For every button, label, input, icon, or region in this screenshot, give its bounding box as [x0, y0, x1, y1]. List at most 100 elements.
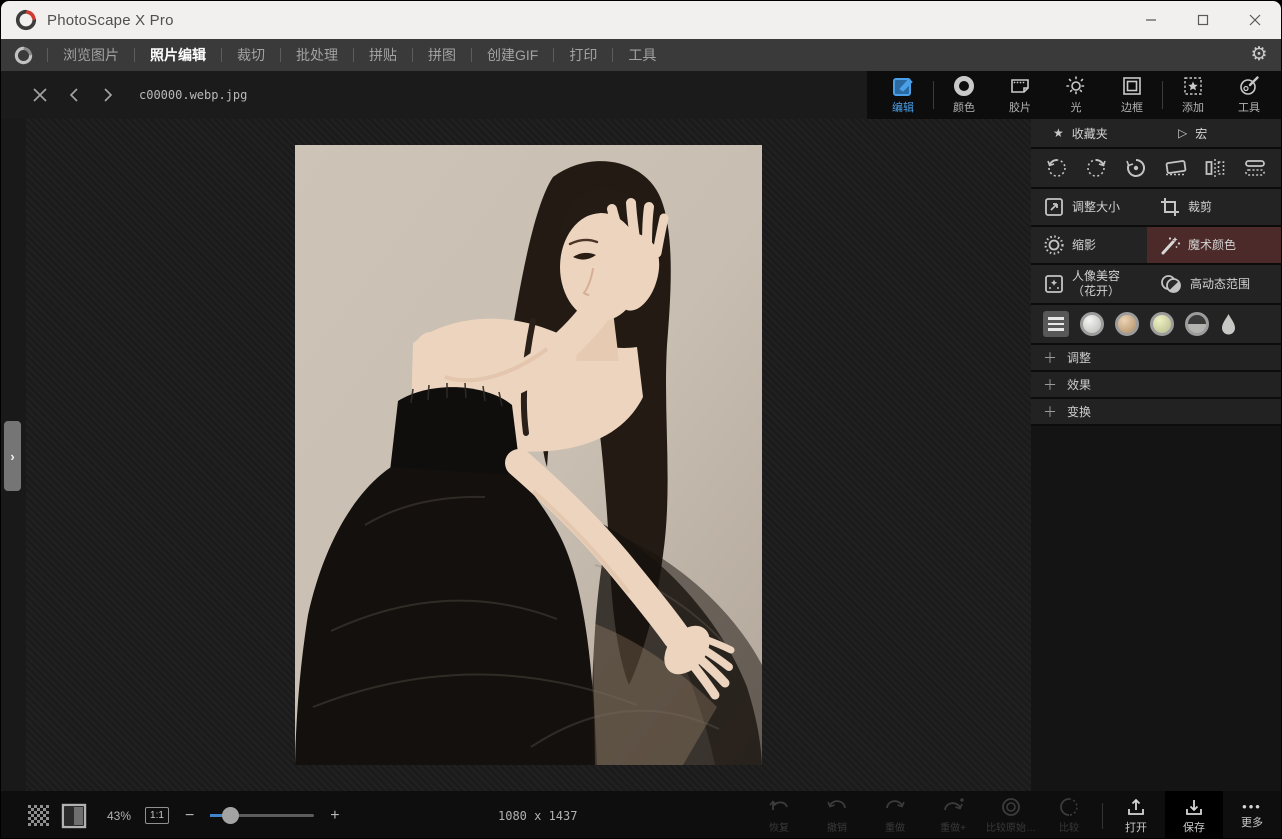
main-menu-bar: 浏览图片 照片编辑 裁切 批处理 拼贴 拼图 创建GIF 打印 工具 ⚙ [1, 39, 1281, 71]
crop-button[interactable]: 裁剪 [1147, 189, 1281, 225]
undo-button[interactable]: 撤销 [808, 791, 866, 839]
tab-create-gif[interactable]: 创建GIF [472, 39, 553, 71]
compare-original-icon [1000, 797, 1022, 817]
plus-icon: ＋ [1043, 375, 1055, 395]
open-button[interactable]: 打开 [1107, 791, 1165, 839]
save-icon [1184, 797, 1204, 817]
mode-tools-button[interactable]: 工具 [1221, 71, 1277, 119]
portrait-beauty-button[interactable]: 人像美容（花开） [1031, 265, 1147, 303]
settings-gear-icon[interactable]: ⚙ [1249, 45, 1269, 65]
zoom-slider[interactable] [210, 814, 314, 817]
flip-vertical-button[interactable] [1238, 152, 1272, 184]
section-effects[interactable]: ＋ 效果 [1031, 372, 1281, 399]
filter-list-button[interactable] [1043, 311, 1069, 337]
rotate-ccw-icon [1045, 156, 1069, 180]
rotate-left-button[interactable] [1040, 152, 1074, 184]
portrait-sparkle-icon [1043, 273, 1065, 295]
mode-insert-button[interactable]: 添加 [1165, 71, 1221, 119]
edit-panel: ★ 收藏夹 ▷ 宏 [1031, 119, 1281, 791]
zoom-out-button[interactable]: − [179, 807, 200, 825]
filter-swatch-warm[interactable] [1115, 312, 1139, 336]
magic-wand-icon [1159, 234, 1181, 256]
app-logo-icon [15, 9, 37, 31]
mode-frame-button[interactable]: 边框 [1104, 71, 1160, 119]
photoscape-window: PhotoScape X Pro 浏览图片 照片编辑 裁切 批处理 拼贴 [0, 0, 1282, 839]
maximize-button[interactable] [1177, 1, 1229, 39]
color-ring-icon [953, 75, 975, 97]
tab-print[interactable]: 打印 [554, 39, 612, 71]
section-adjust[interactable]: ＋ 调整 [1031, 345, 1281, 372]
film-icon [1009, 75, 1031, 97]
expand-left-panel-handle[interactable]: › [4, 421, 21, 491]
close-button[interactable] [1229, 1, 1281, 39]
minimize-button[interactable] [1125, 1, 1177, 39]
flip-horizontal-button[interactable] [1198, 152, 1232, 184]
prev-image-icon[interactable] [61, 82, 87, 108]
sun-icon [1065, 75, 1087, 97]
actual-size-button[interactable]: 1:1 [145, 807, 169, 824]
editor-canvas[interactable] [26, 119, 1031, 791]
palette-icon [1238, 75, 1260, 97]
left-strip: › [1, 119, 26, 791]
tab-combine[interactable]: 拼图 [413, 39, 471, 71]
redo-button[interactable]: 重做 [866, 791, 924, 839]
tab-viewer[interactable]: 浏览图片 [48, 39, 134, 71]
zoom-slider-thumb[interactable] [222, 807, 239, 824]
filter-swatch-green[interactable] [1150, 312, 1174, 336]
play-icon: ▷ [1178, 126, 1187, 140]
redo-icon [883, 797, 907, 817]
vignette-button[interactable]: 缩影 [1031, 227, 1147, 263]
mode-color-button[interactable]: 颜色 [936, 71, 992, 119]
resize-button[interactable]: 调整大小 [1031, 189, 1147, 225]
reset-button[interactable]: 恢复 [750, 791, 808, 839]
mode-film-button[interactable]: 胶片 [992, 71, 1048, 119]
edit-pencil-icon [892, 75, 914, 97]
hdr-circles-icon [1159, 273, 1183, 295]
next-image-icon[interactable] [95, 82, 121, 108]
compare-original-button[interactable]: 比较原始… [982, 791, 1040, 839]
rotate-right-button[interactable] [1079, 152, 1113, 184]
close-image-icon[interactable] [27, 82, 53, 108]
plus-icon: ＋ [1043, 402, 1055, 422]
hdr-button[interactable]: 高动态范围 [1147, 265, 1281, 303]
tab-cut[interactable]: 裁切 [222, 39, 280, 71]
free-rotate-button[interactable] [1119, 152, 1153, 184]
save-button[interactable]: 保存 [1165, 791, 1223, 839]
transparency-grid-icon[interactable] [27, 804, 51, 828]
tab-tools[interactable]: 工具 [613, 39, 671, 71]
crop-icon [1159, 196, 1181, 218]
rotate-cw-icon [1084, 156, 1108, 180]
main-area: › [1, 119, 1281, 791]
droplet-icon[interactable] [1220, 312, 1237, 336]
zoom-level: 43% [107, 809, 131, 823]
section-transform[interactable]: ＋ 变换 [1031, 399, 1281, 426]
plus-icon: ＋ [1043, 348, 1055, 368]
tab-batch[interactable]: 批处理 [281, 39, 353, 71]
home-swirl-icon[interactable] [14, 46, 33, 65]
zoom-in-button[interactable]: + [324, 807, 345, 825]
mode-light-button[interactable]: 光 [1048, 71, 1104, 119]
more-button[interactable]: ••• 更多 [1223, 791, 1281, 839]
free-rotate-icon [1124, 156, 1148, 180]
magic-color-button[interactable]: 魔术颜色 [1147, 227, 1281, 263]
tab-collage[interactable]: 拼贴 [354, 39, 412, 71]
undo-icon [825, 797, 849, 817]
background-toggle-icon[interactable] [61, 803, 87, 829]
filter-swatch-neutral[interactable] [1080, 312, 1104, 336]
redo-plus-button[interactable]: 重做+ [924, 791, 982, 839]
toolbar-separator [933, 81, 934, 109]
frame-icon [1121, 75, 1143, 97]
photo-image [295, 145, 762, 765]
mode-edit-button[interactable]: 编辑 [875, 71, 931, 119]
compare-button[interactable]: 比较 [1040, 791, 1098, 839]
redo-plus-icon [941, 797, 965, 817]
favorites-button[interactable]: ★ 收藏夹 [1031, 119, 1156, 147]
flip-horizontal-icon [1203, 156, 1227, 180]
macro-button[interactable]: ▷ 宏 [1156, 119, 1281, 147]
filter-swatch-split[interactable] [1185, 312, 1209, 336]
straighten-button[interactable] [1159, 152, 1193, 184]
image-dimensions: 1080 x 1437 [498, 809, 577, 823]
tab-editor[interactable]: 照片编辑 [135, 39, 221, 71]
compare-icon [1058, 797, 1080, 817]
reset-icon [767, 797, 791, 817]
